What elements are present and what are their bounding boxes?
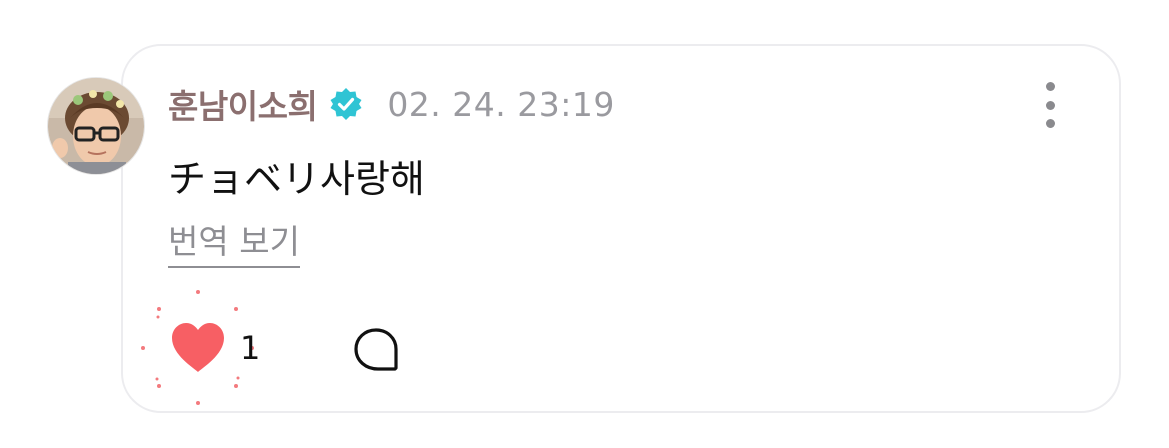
comment-header: 훈남이소희 02. 24. 23:19 bbox=[168, 80, 615, 128]
more-dot bbox=[1045, 119, 1055, 128]
more-dot bbox=[1045, 100, 1055, 110]
more-dot bbox=[1045, 82, 1055, 91]
avatar-image bbox=[48, 78, 144, 174]
avatar[interactable] bbox=[47, 77, 145, 175]
like-count: 1 bbox=[240, 329, 261, 367]
timestamp: 02. 24. 23:19 bbox=[387, 84, 615, 124]
translate-link[interactable]: 번역 보기 bbox=[168, 222, 300, 268]
verified-badge-icon bbox=[329, 87, 363, 121]
comment-actions: 1 bbox=[130, 285, 430, 410]
username[interactable]: 훈남이소희 bbox=[168, 80, 318, 128]
comment-text: チョベリ사랑해 bbox=[168, 157, 425, 201]
like-button[interactable]: 1 bbox=[130, 285, 270, 410]
more-vertical-icon[interactable] bbox=[1036, 82, 1064, 128]
comment-bubble-icon bbox=[354, 328, 398, 371]
comment-button[interactable] bbox=[348, 323, 404, 379]
